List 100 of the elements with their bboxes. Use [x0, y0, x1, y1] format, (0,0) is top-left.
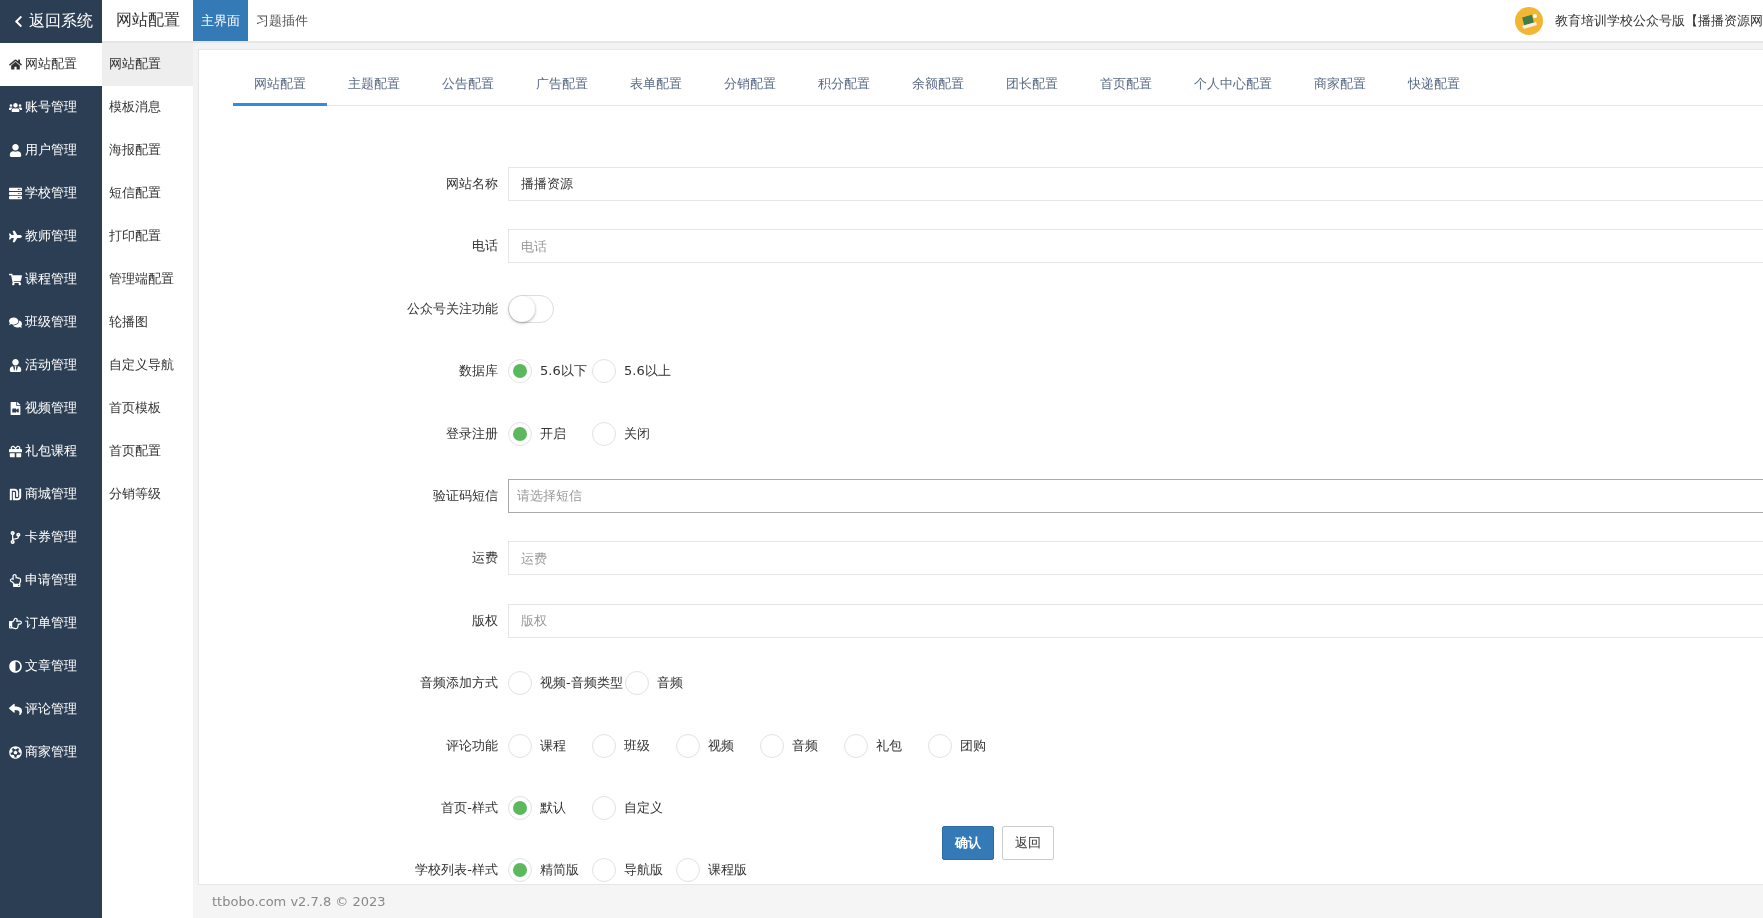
- radio-label: 自定义: [624, 798, 663, 817]
- reply-icon: [9, 703, 22, 716]
- field-label: 首页-样式: [440, 798, 498, 817]
- text-field[interactable]: 运费: [508, 541, 1763, 576]
- back-link[interactable]: 返回系统: [0, 0, 102, 43]
- submenu-item[interactable]: 首页模板: [102, 387, 193, 430]
- field-label: 版权: [471, 611, 498, 630]
- server-icon: [9, 187, 22, 200]
- field-label: 评论功能: [445, 736, 498, 755]
- sidebar-item[interactable]: 评论管理: [0, 688, 102, 731]
- submenu-item[interactable]: 短信配置: [102, 172, 193, 215]
- submenu-item[interactable]: 海报配置: [102, 129, 193, 172]
- sidebar-item[interactable]: 申请管理: [0, 559, 102, 602]
- radio-label: 开启: [540, 424, 566, 443]
- config-tab[interactable]: 主题配置: [327, 64, 421, 106]
- text-field[interactable]: 电话: [508, 229, 1763, 264]
- radio-button[interactable]: [760, 733, 784, 758]
- radio-button[interactable]: [508, 671, 532, 696]
- submenu-item[interactable]: 首页配置: [102, 430, 193, 473]
- sidebar-item[interactable]: 文章管理: [0, 645, 102, 688]
- sidebar-item[interactable]: 商城管理: [0, 473, 102, 516]
- config-tab[interactable]: 分销配置: [703, 64, 797, 106]
- sidebar-item[interactable]: 活动管理: [0, 344, 102, 387]
- user-icon: [9, 144, 22, 157]
- config-tab[interactable]: 快递配置: [1387, 64, 1481, 106]
- config-tab[interactable]: 积分配置: [797, 64, 891, 106]
- back-button[interactable]: 返回: [1002, 826, 1054, 860]
- radio-label: 礼包: [876, 736, 902, 755]
- sidebar-item[interactable]: 教师管理: [0, 215, 102, 258]
- config-tab[interactable]: 公告配置: [421, 64, 515, 106]
- cart-icon: [9, 273, 22, 286]
- text-field[interactable]: 版权: [508, 603, 1763, 638]
- radio-button[interactable]: [508, 359, 532, 384]
- header-tab[interactable]: 主界面: [193, 0, 248, 41]
- radio-button[interactable]: [592, 421, 616, 446]
- sidebar-item[interactable]: 视频管理: [0, 387, 102, 430]
- chevron-left-icon: [12, 15, 25, 28]
- radio-button[interactable]: [508, 795, 532, 820]
- sidebar-item[interactable]: 网站配置: [0, 43, 102, 86]
- config-tab[interactable]: 团长配置: [985, 64, 1079, 106]
- submenu-item[interactable]: 分销等级: [102, 473, 193, 516]
- radio-button[interactable]: [592, 858, 616, 883]
- field-label: 学校列表-样式: [414, 861, 498, 880]
- text-field[interactable]: 播播资源: [508, 167, 1763, 201]
- select-field[interactable]: 请选择短信: [508, 478, 1763, 513]
- config-tab[interactable]: 广告配置: [515, 64, 609, 106]
- submenu-item[interactable]: 模板消息: [102, 86, 193, 129]
- radio-label: 导航版: [624, 861, 663, 880]
- radio-button[interactable]: [624, 671, 649, 696]
- hand-icon: [9, 574, 22, 587]
- field-label: 网站名称: [445, 175, 498, 193]
- radio-button[interactable]: [844, 733, 868, 758]
- avatar-icon: [1515, 6, 1543, 35]
- header-tab[interactable]: 习题插件: [248, 0, 316, 41]
- sidebar-item[interactable]: 商家管理: [0, 731, 102, 774]
- sidebar-item[interactable]: 账号管理: [0, 86, 102, 129]
- radio-button[interactable]: [676, 858, 700, 883]
- plane-icon: [9, 230, 22, 243]
- confirm-button[interactable]: 确认: [942, 826, 994, 860]
- radio-label: 课程版: [708, 861, 747, 880]
- hand-icon: [9, 617, 22, 630]
- sidebar-item[interactable]: 班级管理: [0, 301, 102, 344]
- radio-button[interactable]: [592, 733, 616, 758]
- radio-button[interactable]: [508, 858, 532, 883]
- radio-button[interactable]: [592, 795, 616, 820]
- sidebar-item[interactable]: 订单管理: [0, 602, 102, 645]
- toggle-switch[interactable]: [508, 294, 554, 323]
- radio-button[interactable]: [592, 359, 616, 384]
- footer-text: ttbobo.com v2.7.8 © 2023: [212, 894, 386, 909]
- submenu-item[interactable]: 自定义导航: [102, 344, 193, 387]
- sidebar-item[interactable]: 卡券管理: [0, 516, 102, 559]
- config-tab[interactable]: 商家配置: [1293, 64, 1387, 106]
- submenu-item[interactable]: 打印配置: [102, 215, 193, 258]
- radio-label: 默认: [540, 798, 566, 817]
- radio-button[interactable]: [508, 421, 532, 446]
- field-label: 登录注册: [445, 424, 498, 443]
- config-tab[interactable]: 网站配置: [233, 64, 327, 106]
- field-label: 验证码短信: [432, 486, 498, 505]
- config-tab[interactable]: 余额配置: [891, 64, 985, 106]
- user-name[interactable]: 教育培训学校公众号版【播播资源网: [1555, 11, 1763, 30]
- radio-button[interactable]: [676, 733, 700, 758]
- person-icon: [9, 359, 22, 372]
- video-file-icon: [9, 402, 22, 415]
- radio-button[interactable]: [508, 733, 532, 758]
- config-tab[interactable]: 首页配置: [1079, 64, 1173, 106]
- field-label: 音频添加方式: [419, 674, 498, 693]
- field-label: 数据库: [458, 362, 498, 381]
- submenu-item[interactable]: 轮播图: [102, 301, 193, 344]
- radio-label: 精简版: [540, 861, 579, 880]
- submenu-item[interactable]: 网站配置: [102, 43, 193, 86]
- chat-icon: [9, 316, 22, 329]
- sidebar-item[interactable]: 用户管理: [0, 129, 102, 172]
- config-tab[interactable]: 个人中心配置: [1173, 64, 1293, 106]
- config-tab[interactable]: 表单配置: [609, 64, 703, 106]
- submenu-item[interactable]: 管理端配置: [102, 258, 193, 301]
- sidebar-item[interactable]: 礼包课程: [0, 430, 102, 473]
- page-title: 网站配置: [114, 9, 181, 31]
- radio-button[interactable]: [928, 733, 952, 758]
- sidebar-item[interactable]: 课程管理: [0, 258, 102, 301]
- sidebar-item[interactable]: 学校管理: [0, 172, 102, 215]
